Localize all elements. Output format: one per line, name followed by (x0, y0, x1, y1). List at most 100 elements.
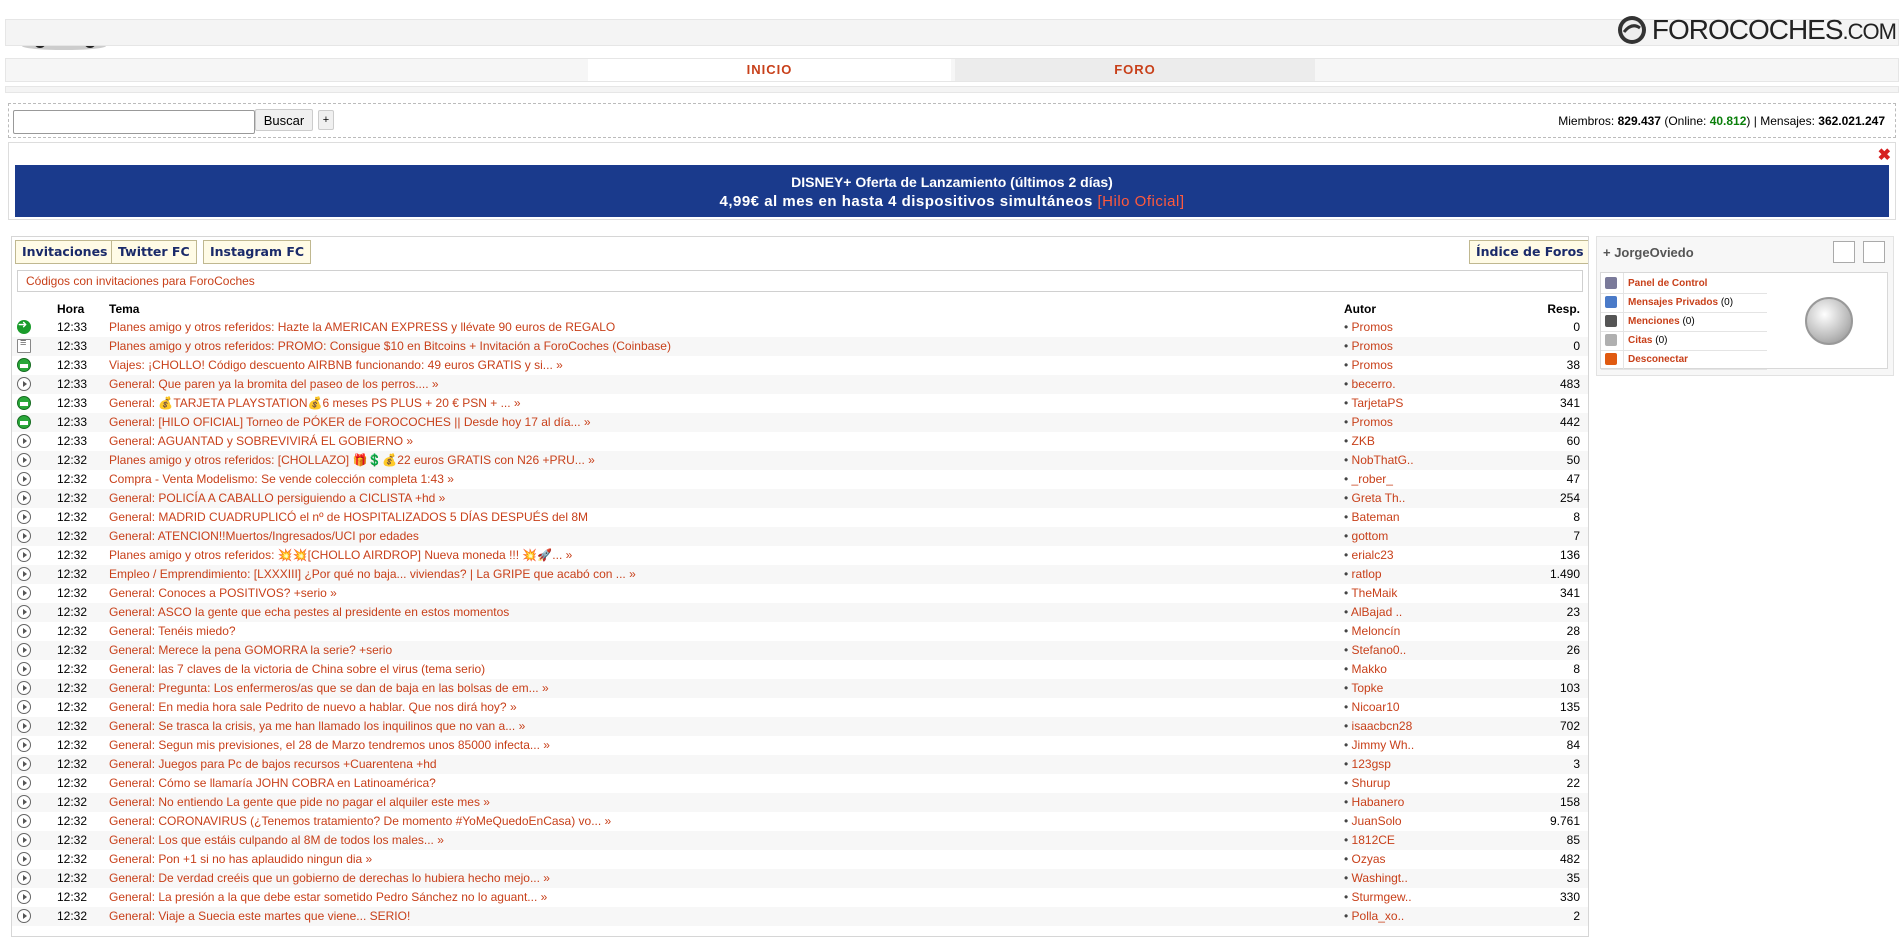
thread-title-link[interactable]: En media hora sale Pedrito de nuevo a ha… (158, 700, 516, 714)
thread-title[interactable]: General: Tenéis miedo? (109, 624, 236, 638)
thread-title[interactable]: Planes amigo y otros referidos: 💥💥[CHOLL… (109, 548, 572, 562)
thread-title-link[interactable]: [HILO OFICIAL] Torneo de PÓKER de FOROCO… (158, 415, 590, 429)
thread-author[interactable]: TheMaik (1344, 586, 1397, 600)
thread-title[interactable]: General: POLICÍA A CABALLO persiguiendo … (109, 491, 445, 505)
thread-title-link[interactable]: La presión a la que debe estar sometido … (158, 890, 547, 904)
menu-label[interactable]: Citas (1628, 335, 1652, 346)
thread-title[interactable]: General: Que paren ya la bromita del pas… (109, 377, 439, 391)
thread-author[interactable]: Shurup (1344, 776, 1391, 790)
thread-category[interactable]: General: (109, 719, 155, 733)
thread-title-link[interactable]: [LXXXIII] ¿Por qué no baja... viviendas?… (254, 567, 636, 581)
thread-category[interactable]: Empleo / Emprendimiento: (109, 567, 250, 581)
thread-title[interactable]: General: Viaje a Suecia este martes que … (109, 909, 410, 923)
menu-label[interactable]: Mensajes Privados (1628, 297, 1718, 308)
thread-title[interactable]: General: las 7 claves de la victoria de … (109, 662, 485, 676)
thread-author[interactable]: Promos (1344, 339, 1393, 353)
thread-author[interactable]: Jimmy Wh.. (1344, 738, 1415, 752)
thread-title[interactable]: Planes amigo y otros referidos: [CHOLLAZ… (109, 453, 595, 467)
header-resp[interactable]: Resp. (1547, 302, 1580, 316)
thread-author[interactable]: ratlop (1344, 567, 1382, 581)
thread-title[interactable]: General: No entiendo La gente que pide n… (109, 795, 490, 809)
thread-category[interactable]: General: (109, 909, 155, 923)
thread-author[interactable]: erialc23 (1344, 548, 1394, 562)
thread-title[interactable]: Compra - Venta Modelismo: Se vende colec… (109, 472, 454, 486)
thread-title[interactable]: General: MADRID CUADRUPLICÓ el nº de HOS… (109, 510, 588, 524)
thread-title-link[interactable]: POLICÍA A CABALLO persiguiendo a CICLIST… (158, 491, 445, 505)
thread-author[interactable]: Promos (1344, 320, 1393, 334)
thread-title[interactable]: General: [HILO OFICIAL] Torneo de PÓKER … (109, 415, 591, 429)
thread-title-link[interactable]: [CHOLLAZO] 🎁💲💰22 euros GRATIS con N26 +P… (278, 453, 595, 467)
thread-title-link[interactable]: Pon +1 si no has aplaudido ningun dia » (158, 852, 372, 866)
thread-category[interactable]: General: (109, 681, 155, 695)
thread-author[interactable]: Sturmgew.. (1344, 890, 1412, 904)
thread-category[interactable]: General: (109, 757, 155, 771)
thread-category[interactable]: General: (109, 776, 155, 790)
thread-category[interactable]: General: (109, 415, 155, 429)
disney-banner[interactable]: DISNEY+ Oferta de Lanzamiento (últimos 2… (15, 165, 1889, 217)
thread-title-link[interactable]: Que paren ya la bromita del paseo de los… (158, 377, 438, 391)
thread-author[interactable]: Makko (1344, 662, 1387, 676)
thread-author[interactable]: Meloncín (1344, 624, 1401, 638)
nav-foro[interactable]: FORO (955, 59, 1315, 81)
advanced-search-button[interactable]: + (318, 110, 334, 130)
tab-instagram[interactable]: Instagram FC (203, 240, 312, 264)
menu-menciones[interactable]: Menciones (0) (1601, 311, 1767, 332)
thread-title[interactable]: General: Los que estáis culpando al 8M d… (109, 833, 444, 847)
thread-author[interactable]: becerro. (1344, 377, 1396, 391)
notepad-icon[interactable] (1833, 241, 1855, 263)
thread-author[interactable]: Promos (1344, 358, 1393, 372)
thread-title-link[interactable]: No entiendo La gente que pide no pagar e… (158, 795, 490, 809)
thread-author[interactable]: Washingt.. (1344, 871, 1408, 885)
banner-link[interactable]: [Hilo Oficial] (1097, 193, 1184, 210)
thread-author[interactable]: Bateman (1344, 510, 1400, 524)
thread-title[interactable]: Planes amigo y otros referidos: Hazte la… (109, 320, 615, 334)
thread-title[interactable]: General: Juegos para Pc de bajos recurso… (109, 757, 437, 771)
thread-author[interactable]: Nicoar10 (1344, 700, 1400, 714)
thread-category[interactable]: General: (109, 643, 155, 657)
header-hora[interactable]: Hora (57, 302, 84, 316)
thread-title-link[interactable]: Tenéis miedo? (158, 624, 235, 638)
header-autor[interactable]: Autor (1344, 302, 1376, 316)
thread-title-link[interactable]: 💥💥[CHOLLO AIRDROP] Nueva moneda !!! 💥🚀..… (278, 548, 573, 562)
thread-title-link[interactable]: Juegos para Pc de bajos recursos +Cuaren… (158, 757, 436, 771)
header-tema[interactable]: Tema (109, 302, 139, 316)
thread-category[interactable]: General: (109, 624, 155, 638)
thread-title[interactable]: General: Segun mis previsiones, el 28 de… (109, 738, 550, 752)
thread-title[interactable]: General: ATENCION!!Muertos/Ingresados/UC… (109, 529, 419, 543)
thread-author[interactable]: TarjetaPS (1344, 396, 1403, 410)
thread-author[interactable]: gottom (1344, 529, 1389, 543)
thread-category[interactable]: General: (109, 586, 155, 600)
thread-author[interactable]: Greta Th.. (1344, 491, 1406, 505)
thread-title-link[interactable]: Los que estáis culpando al 8M de todos l… (158, 833, 444, 847)
menu-label[interactable]: Desconectar (1628, 354, 1688, 365)
thread-title[interactable]: General: Se trasca la crisis, ya me han … (109, 719, 525, 733)
thread-author[interactable]: Polla_xo.. (1344, 909, 1405, 923)
thread-title[interactable]: Planes amigo y otros referidos: PROMO: C… (109, 339, 671, 353)
thread-category[interactable]: General: (109, 662, 155, 676)
username[interactable]: + JorgeOviedo (1603, 245, 1694, 260)
thread-title[interactable]: Viajes: ¡CHOLLO! Código descuento AIRBNB… (109, 358, 563, 372)
thread-category[interactable]: General: (109, 605, 155, 619)
thread-title-link[interactable]: Merece la pena GOMORRA la serie? +serio (158, 643, 392, 657)
tab-indice-foros[interactable]: Índice de Foros (1469, 240, 1588, 264)
nav-inicio[interactable]: INICIO (588, 59, 951, 81)
tab-invitaciones[interactable]: Invitaciones (15, 240, 115, 264)
close-icon[interactable]: ✖ (1878, 145, 1891, 165)
thread-category[interactable]: Planes amigo y otros referidos: (109, 548, 274, 562)
menu-label[interactable]: Panel de Control (1628, 278, 1707, 289)
thread-title-link[interactable]: Viaje a Suecia este martes que viene... … (158, 909, 410, 923)
thread-title-link[interactable]: las 7 claves de la victoria de China sob… (158, 662, 485, 676)
thread-title[interactable]: General: Pregunta: Los enfermeros/as que… (109, 681, 549, 695)
thread-title-link[interactable]: Se trasca la crisis, ya me han llamado l… (158, 719, 525, 733)
thread-title[interactable]: General: La presión a la que debe estar … (109, 890, 547, 904)
thread-author[interactable]: Promos (1344, 415, 1393, 429)
thread-category[interactable]: General: (109, 396, 155, 410)
thread-title-link[interactable]: PROMO: Consigue $10 en Bitcoins + Invita… (278, 339, 671, 353)
thread-title-link[interactable]: 💰TARJETA PLAYSTATION💰6 meses PS PLUS + 2… (158, 396, 520, 410)
tab-twitter[interactable]: Twitter FC (111, 240, 197, 264)
thread-category[interactable]: General: (109, 377, 155, 391)
thread-category[interactable]: General: (109, 510, 155, 524)
promo-invitaciones[interactable]: Códigos con invitaciones para ForoCoches (17, 270, 1583, 292)
thread-title-link[interactable]: Se vende colección completa 1:43 » (261, 472, 454, 486)
forocoches-brand-logo[interactable]: FOROCOCHES.COM (1616, 13, 1897, 47)
